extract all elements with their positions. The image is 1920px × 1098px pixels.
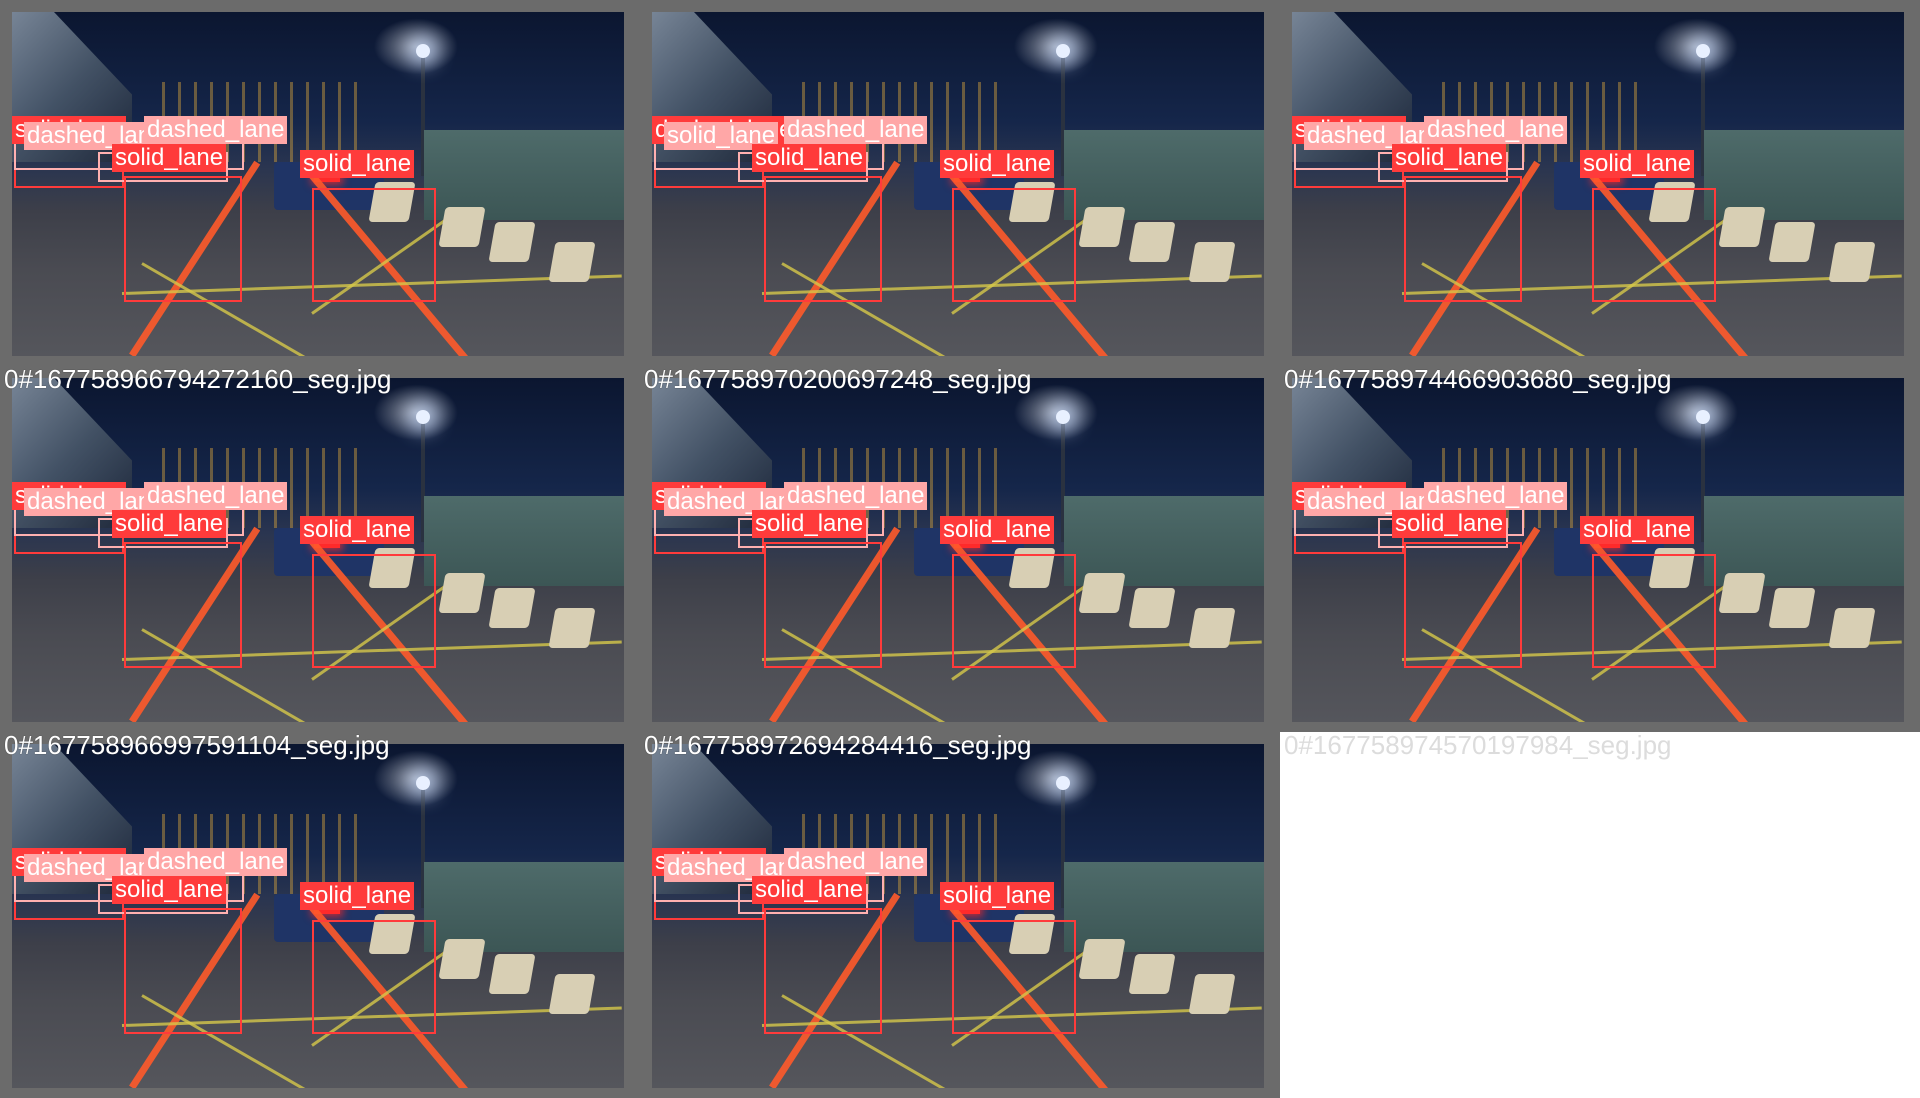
concrete-barrier — [1718, 207, 1766, 247]
detection-box — [1592, 554, 1716, 668]
detection-box — [124, 542, 242, 668]
concrete-barrier — [1128, 222, 1176, 262]
lane-label: dashed_lane — [1424, 482, 1568, 510]
port-night-photo: solid_lanedashed_lanedashed_lanesolid_la… — [652, 378, 1264, 722]
image-tile[interactable]: solid_lanedashed_lanedashed_lanesolid_la… — [0, 364, 640, 732]
lane-label: solid_lane — [112, 876, 227, 904]
port-night-photo: solid_lanedashed_lanedashed_lanesolid_la… — [12, 744, 624, 1088]
file-caption: 0#167758972694284416_seg.jpg — [644, 730, 1032, 760]
concrete-barrier — [1828, 608, 1876, 648]
detection-box — [1404, 176, 1522, 302]
concrete-barrier — [438, 207, 486, 247]
flood-light — [416, 776, 430, 790]
port-night-photo: solid_lanedashed_lanedashed_lanesolid_la… — [12, 378, 624, 722]
concrete-barrier — [1188, 974, 1236, 1014]
concrete-barrier — [1128, 954, 1176, 994]
concrete-barrier — [1768, 588, 1816, 628]
concrete-barrier — [488, 222, 536, 262]
concrete-barrier — [488, 588, 536, 628]
lane-label: solid_lane — [752, 144, 867, 172]
flood-light — [1056, 776, 1070, 790]
detection-box — [312, 554, 436, 668]
lane-label: solid_lane — [1580, 150, 1695, 178]
concrete-barrier — [548, 974, 596, 1014]
detection-box — [312, 188, 436, 302]
port-night-photo: solid_lanedashed_lanedashed_lanesolid_la… — [12, 12, 624, 356]
lane-label: solid_lane — [1392, 144, 1507, 172]
flood-light — [1696, 410, 1710, 424]
flood-light — [416, 410, 430, 424]
flood-light — [1056, 410, 1070, 424]
detection-box — [1404, 542, 1522, 668]
lane-label: solid_lane — [940, 516, 1055, 544]
flood-light — [1696, 44, 1710, 58]
file-caption: 0#167758970200697248_seg.jpg — [644, 364, 1032, 394]
image-tile[interactable]: solid_lanedashed_lanedashed_lanesolid_la… — [0, 730, 640, 1098]
lane-label: solid_lane — [300, 150, 415, 178]
file-caption: 0#167758974570197984_seg.jpg — [1284, 730, 1672, 760]
port-night-photo: solid_lanedashed_lanedashed_lanesolid_la… — [652, 744, 1264, 1088]
port-night-photo: dashed_lanesolid_lanedashed_lanesolid_la… — [652, 12, 1264, 356]
detection-box — [952, 920, 1076, 1034]
image-tile[interactable]: solid_lanedashed_lanedashed_lanesolid_la… — [1280, 364, 1920, 732]
lane-label: solid_lane — [300, 882, 415, 910]
concrete-barrier — [438, 573, 486, 613]
lane-label: dashed_lane — [144, 116, 288, 144]
concrete-barrier — [488, 954, 536, 994]
port-night-photo: solid_lanedashed_lanedashed_lanesolid_la… — [1292, 378, 1904, 722]
image-tile[interactable]: solid_lanedashed_lanedashed_lanesolid_la… — [640, 364, 1280, 732]
detection-box — [764, 908, 882, 1034]
detection-box — [952, 554, 1076, 668]
lane-label: solid_lane — [940, 882, 1055, 910]
concrete-barrier — [1828, 242, 1876, 282]
image-tile[interactable]: 0#167758974570197984_seg.jpg — [1280, 730, 1920, 1098]
lane-label: dashed_lane — [1424, 116, 1568, 144]
flood-light — [1056, 44, 1070, 58]
lane-label: solid_lane — [752, 510, 867, 538]
concrete-barrier — [1188, 608, 1236, 648]
detection-box — [952, 188, 1076, 302]
lane-label: solid_lane — [112, 144, 227, 172]
concrete-barrier — [1768, 222, 1816, 262]
file-caption: 0#167758966794272160_seg.jpg — [4, 364, 392, 394]
lane-label: solid_lane — [1392, 510, 1507, 538]
detection-box — [124, 176, 242, 302]
lane-label: dashed_lane — [784, 116, 928, 144]
image-tile[interactable]: solid_lanedashed_lanedashed_lanesolid_la… — [0, 0, 640, 366]
image-grid: solid_lanedashed_lanedashed_lanesolid_la… — [0, 0, 1920, 1098]
image-tile[interactable]: dashed_lanesolid_lanedashed_lanesolid_la… — [640, 0, 1280, 366]
concrete-barrier — [1188, 242, 1236, 282]
concrete-barrier — [1078, 573, 1126, 613]
concrete-barrier — [438, 939, 486, 979]
port-night-photo: solid_lanedashed_lanedashed_lanesolid_la… — [1292, 12, 1904, 356]
file-caption: 0#167758966997591104_seg.jpg — [4, 730, 390, 760]
lane-label: solid_lane — [300, 516, 415, 544]
concrete-barrier — [548, 608, 596, 648]
concrete-barrier — [1078, 207, 1126, 247]
detection-box — [1592, 188, 1716, 302]
detection-box — [124, 908, 242, 1034]
lane-label: solid_lane — [1580, 516, 1695, 544]
lane-label: solid_lane — [752, 876, 867, 904]
lane-label: dashed_lane — [784, 482, 928, 510]
image-tile[interactable]: solid_lanedashed_lanedashed_lanesolid_la… — [1280, 0, 1920, 366]
image-tile[interactable]: solid_lanedashed_lanedashed_lanesolid_la… — [640, 730, 1280, 1098]
detection-box — [764, 176, 882, 302]
flood-light — [416, 44, 430, 58]
concrete-barrier — [1128, 588, 1176, 628]
detection-box — [764, 542, 882, 668]
concrete-barrier — [1078, 939, 1126, 979]
detection-box — [312, 920, 436, 1034]
lane-label: dashed_lane — [144, 482, 288, 510]
lane-label: dashed_lane — [784, 848, 928, 876]
file-caption: 0#167758974466903680_seg.jpg — [1284, 364, 1672, 394]
concrete-barrier — [1718, 573, 1766, 613]
lane-label: solid_lane — [112, 510, 227, 538]
concrete-barrier — [548, 242, 596, 282]
lane-label: solid_lane — [940, 150, 1055, 178]
lane-label: dashed_lane — [144, 848, 288, 876]
